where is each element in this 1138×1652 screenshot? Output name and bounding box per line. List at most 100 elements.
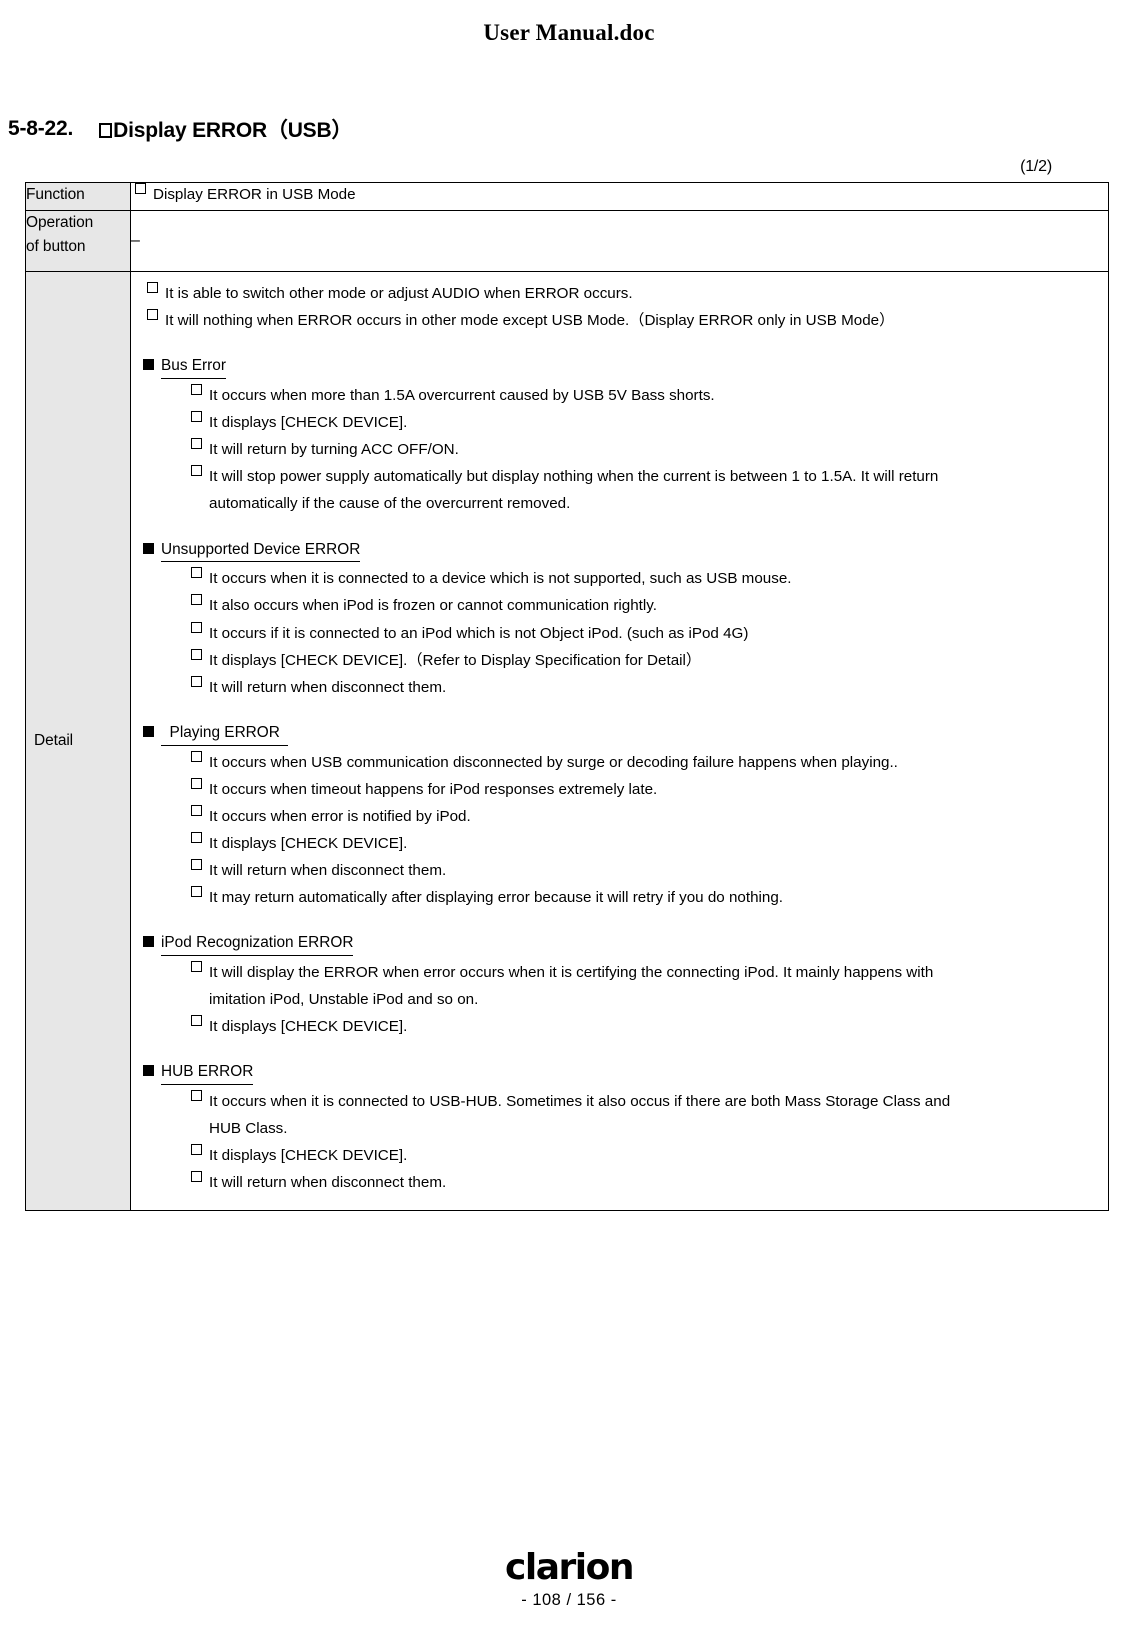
- detail-bullet-text: It displays [CHECK DEVICE].（Refer to Dis…: [209, 651, 702, 669]
- detail-bullet: It will return when disconnect them.: [191, 858, 1098, 882]
- detail-bullet: It occurs if it is connected to an iPod …: [191, 621, 1098, 645]
- detail-bullet: It occurs when it is connected to USB-HU…: [191, 1090, 1098, 1113]
- detail-group-heading: HUB ERROR: [143, 1062, 1098, 1086]
- detail-bullet-continuation: automatically if the cause of the overcu…: [209, 495, 571, 513]
- checkbox-icon: [191, 384, 202, 396]
- checkbox-icon: [191, 750, 202, 762]
- detail-group-heading: iPod Recognization ERROR: [143, 933, 1098, 956]
- detail-bullet: It is able to switch other mode or adjus…: [147, 282, 1098, 305]
- detail-bullet: It will display the ERROR when error occ…: [191, 960, 1098, 984]
- row-label-operation-line2: of button: [26, 238, 86, 256]
- detail-bullet-text: It occurs if it is connected to an iPod …: [209, 624, 749, 642]
- detail-bullet-text: It will stop power supply automatically …: [209, 468, 939, 486]
- table-row-detail: Detail It is able to switch other mode o…: [25, 271, 1109, 1212]
- checkbox-icon: [191, 594, 202, 606]
- detail-bullet: It will return when disconnect them.: [191, 1171, 1098, 1194]
- checkbox-icon: [191, 465, 202, 477]
- row-value-function: Display ERROR in USB Mode: [130, 181, 1109, 212]
- specification-table: Function Display ERROR in USB Mode Opera…: [25, 181, 1109, 1212]
- footer-page-number: - 108 / 156 -: [521, 1591, 617, 1609]
- checkbox-icon: [191, 1144, 202, 1156]
- detail-bullet-text: It is able to switch other mode or adjus…: [165, 285, 633, 303]
- detail-group-title: Bus Error: [161, 356, 226, 380]
- detail-group-items: It occurs when USB communication disconn…: [191, 750, 1098, 910]
- detail-bullet-text: It will nothing when ERROR occurs in oth…: [165, 312, 895, 330]
- section-number: 5-8-22.: [8, 117, 74, 140]
- detail-bullet-text: It displays [CHECK DEVICE].: [209, 414, 408, 432]
- checkbox-icon: [191, 675, 202, 687]
- detail-group-items: It occurs when more than 1.5A overcurren…: [191, 384, 1098, 515]
- detail-bullet-text: It occurs when it is connected to a devi…: [209, 570, 792, 588]
- checkbox-icon: [191, 1090, 202, 1102]
- checkbox-icon: [191, 621, 202, 633]
- detail-group-items: It will display the ERROR when error occ…: [191, 960, 1098, 1038]
- section-heading: 5-8-22. Display ERROR（USB）: [8, 114, 1138, 144]
- detail-bullet-text: It displays [CHECK DEVICE].: [209, 834, 408, 852]
- table-row-function: Function Display ERROR in USB Mode: [25, 181, 1109, 212]
- detail-bullet: It will return when disconnect them.: [191, 675, 1098, 699]
- detail-bullet-text: It will display the ERROR when error occ…: [209, 963, 934, 981]
- detail-group-title: Unsupported Device ERROR: [161, 540, 361, 563]
- document-page: User Manual.doc 5-8-22. Display ERROR（US…: [0, 0, 1138, 1652]
- detail-bullet: It occurs when timeout happens for iPod …: [191, 777, 1098, 801]
- detail-bullet-text: It displays [CHECK DEVICE].: [209, 1018, 408, 1036]
- checkbox-icon: [191, 648, 202, 660]
- page-footer: clarion - 108 / 156 -: [0, 1550, 1138, 1610]
- detail-bullet: It occurs when more than 1.5A overcurren…: [191, 384, 1098, 407]
- page-of-indicator: (1/2): [1020, 158, 1052, 175]
- checkbox-icon: [191, 1171, 202, 1183]
- checkbox-icon: [147, 282, 158, 294]
- detail-bullet: It also occurs when iPod is frozen or ca…: [191, 594, 1098, 617]
- row-label-function: Function: [25, 181, 131, 212]
- checkbox-icon: [191, 804, 202, 816]
- detail-bullet: It occurs when it is connected to a devi…: [191, 567, 1098, 590]
- function-text: Display ERROR in USB Mode: [153, 186, 356, 203]
- document-title: User Manual.doc: [483, 20, 655, 45]
- detail-bullet-text: It occurs when more than 1.5A overcurren…: [209, 387, 715, 405]
- checkbox-icon: [99, 122, 113, 138]
- detail-group-items: It occurs when it is connected to a devi…: [191, 567, 1098, 698]
- detail-bullet-text: It will return by turning ACC OFF/ON.: [209, 441, 459, 459]
- detail-bullet-continuation: HUB Class.: [209, 1120, 288, 1138]
- detail-bullet-text: It occurs when USB communication disconn…: [209, 753, 898, 771]
- detail-bullet: It displays [CHECK DEVICE].: [191, 411, 1098, 434]
- filled-square-icon: [143, 542, 154, 554]
- checkbox-icon: [147, 309, 158, 321]
- filled-square-icon: [143, 1065, 154, 1077]
- detail-group-heading: Playing ERROR: [143, 723, 1098, 746]
- detail-bullet-text: It occurs when error is notified by iPod…: [209, 807, 471, 825]
- filled-square-icon: [143, 936, 154, 948]
- detail-bullet-text: It may return automatically after displa…: [209, 889, 784, 907]
- checkbox-icon: [191, 886, 202, 898]
- detail-bullet-text: It displays [CHECK DEVICE].: [209, 1147, 408, 1165]
- row-label-detail: Detail: [25, 271, 131, 1212]
- checkbox-icon: [191, 831, 202, 843]
- detail-bullet-text: It occurs when it is connected to USB-HU…: [209, 1093, 951, 1111]
- detail-bullet: It will nothing when ERROR occurs in oth…: [147, 309, 1098, 332]
- detail-bullet: It may return automatically after displa…: [191, 886, 1098, 909]
- detail-group-title: iPod Recognization ERROR: [161, 933, 354, 956]
- checkbox-icon: [191, 777, 202, 789]
- detail-bullet: It displays [CHECK DEVICE].（Refer to Dis…: [191, 648, 1098, 672]
- detail-body: It is able to switch other mode or adjus…: [143, 282, 1098, 1194]
- detail-bullet-continuation: imitation iPod, Unstable iPod and so on.: [209, 991, 479, 1009]
- detail-group-items: It occurs when it is connected to USB-HU…: [191, 1090, 1098, 1194]
- row-label-operation: Operation of button: [25, 210, 131, 273]
- detail-bullet: It occurs when error is notified by iPod…: [191, 804, 1098, 828]
- clarion-logo: clarion: [505, 1547, 634, 1588]
- detail-group-heading: Unsupported Device ERROR: [143, 540, 1098, 563]
- checkbox-icon: [135, 183, 146, 194]
- checkbox-icon: [191, 411, 202, 423]
- detail-bullet-text: It will return when disconnect them.: [209, 861, 447, 879]
- detail-bullet-text: It occurs when timeout happens for iPod …: [209, 780, 658, 798]
- table-row-operation: Operation of button –: [25, 210, 1109, 273]
- detail-group-heading: Bus Error: [143, 356, 1098, 380]
- detail-group-title: HUB ERROR: [161, 1062, 254, 1086]
- filled-square-icon: [143, 725, 154, 737]
- detail-group-title: Playing ERROR: [161, 723, 289, 746]
